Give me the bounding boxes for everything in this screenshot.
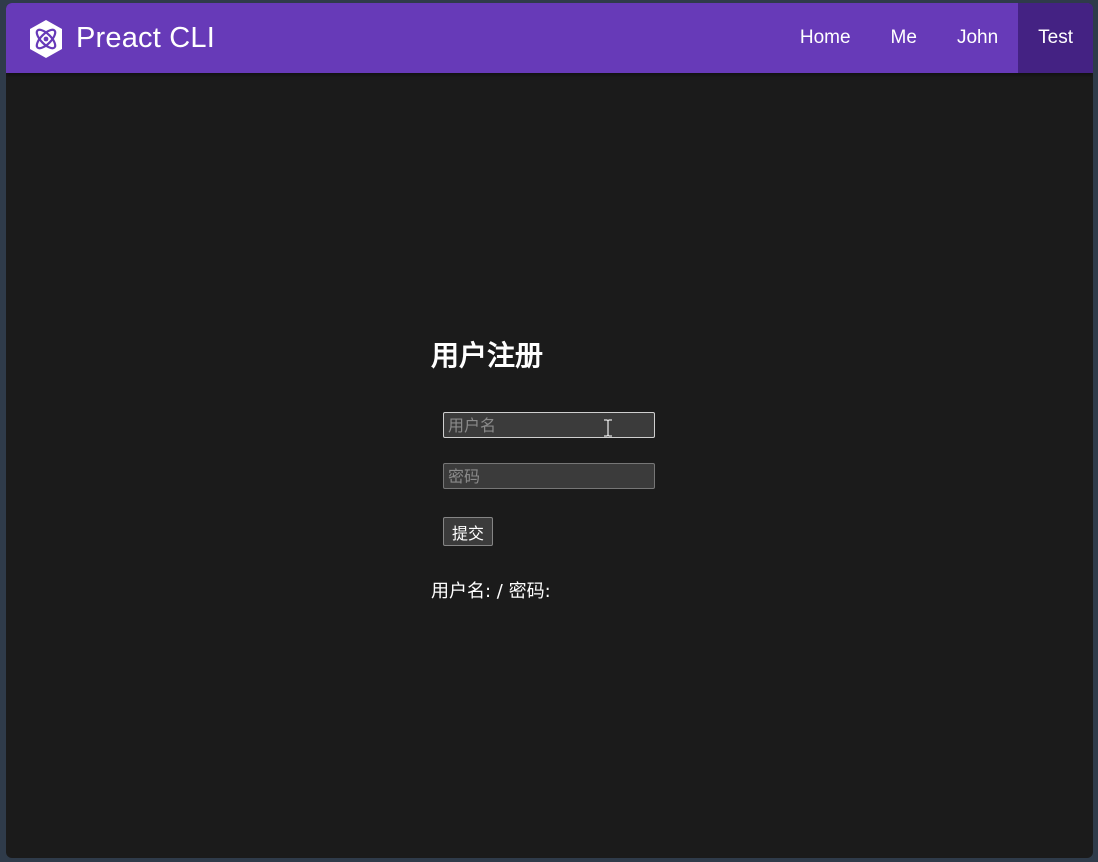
submit-button[interactable]: 提交 bbox=[443, 517, 494, 546]
main-nav: Home Me John Test bbox=[780, 3, 1093, 73]
nav-item-me[interactable]: Me bbox=[871, 3, 937, 73]
nav-item-test[interactable]: Test bbox=[1018, 3, 1093, 73]
page-title: 用户注册 bbox=[431, 339, 544, 372]
app-window: Preact CLI Home Me John Test 用户注册 提交 用户名… bbox=[6, 3, 1093, 858]
result-text: 用户名: / 密码: bbox=[431, 581, 551, 602]
username-input[interactable] bbox=[443, 412, 655, 438]
nav-item-home[interactable]: Home bbox=[780, 3, 871, 73]
nav-item-john[interactable]: John bbox=[937, 3, 1018, 73]
preact-logo-icon[interactable] bbox=[28, 19, 64, 59]
text-cursor-icon bbox=[604, 419, 612, 437]
top-nav-bar: Preact CLI Home Me John Test bbox=[6, 3, 1093, 73]
password-input[interactable] bbox=[443, 463, 655, 489]
brand-title[interactable]: Preact CLI bbox=[76, 20, 215, 56]
register-form-section: 用户注册 提交 用户名: / 密码: bbox=[431, 336, 831, 602]
